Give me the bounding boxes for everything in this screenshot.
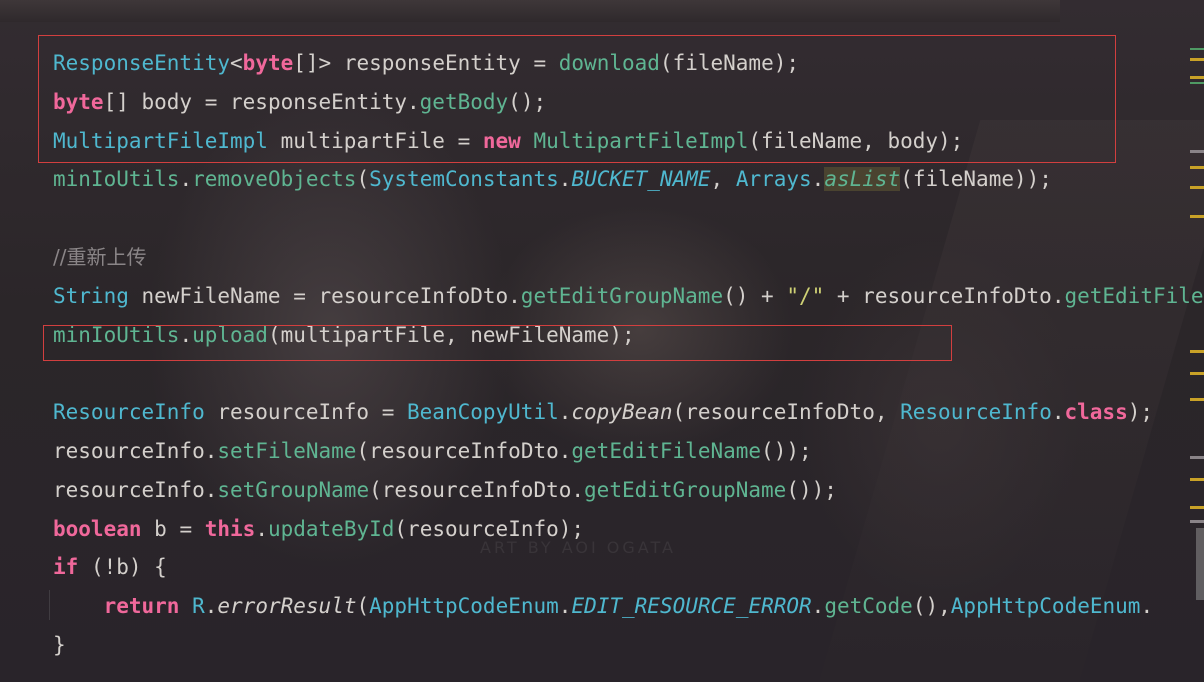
code-token: ResourceInfo — [900, 400, 1052, 425]
code-line[interactable]: boolean b = this.updateById(resourceInfo… — [53, 510, 584, 549]
code-token: Arrays — [735, 167, 812, 192]
code-line[interactable]: if (!b) { — [53, 548, 167, 587]
code-token: ); — [1127, 400, 1154, 425]
code-token: ()); — [786, 477, 837, 502]
code-token: . — [1051, 400, 1065, 425]
code-token: BeanCopyUtil — [407, 400, 559, 425]
code-token: EDIT_RESOURCE_ERROR — [571, 594, 812, 619]
code-line[interactable]: return R.errorResult(AppHttpCodeEnum.EDI… — [53, 587, 1154, 626]
code-token: String — [53, 283, 129, 308]
highlight-box-upload-line — [43, 325, 952, 361]
code-token: class — [1064, 400, 1128, 425]
highlight-box-download-block — [38, 35, 1116, 163]
gutter-warning-marker[interactable] — [1190, 58, 1204, 61]
code-token: if — [53, 555, 79, 580]
gutter-warning-marker[interactable] — [1190, 350, 1204, 353]
code-token: getEditFileName — [571, 439, 762, 463]
gutter-warning-marker[interactable] — [1190, 166, 1204, 169]
code-token: . — [558, 167, 572, 192]
code-line[interactable]: resourceInfo.setFileName(resourceInfoDto… — [53, 432, 812, 471]
code-token: updateById — [267, 516, 395, 541]
code-line[interactable]: resourceInfo.setGroupName(resourceInfoDt… — [53, 471, 837, 510]
code-token: getCode — [824, 594, 913, 619]
code-token: (resourceInfoDto. — [369, 477, 585, 502]
code-token: "/" — [786, 283, 825, 308]
code-token: resourceInfo. — [53, 439, 218, 463]
code-token: . — [811, 594, 825, 619]
code-token: (!b) { — [78, 555, 167, 580]
code-token: } — [53, 633, 66, 657]
code-token: () + — [723, 283, 787, 308]
gutter-warning-marker[interactable] — [1190, 506, 1204, 509]
code-token: . — [1140, 594, 1154, 619]
code-token: resourceInfo = — [204, 400, 408, 425]
gutter-change-marker[interactable] — [1190, 82, 1204, 84]
gutter-info-marker[interactable] — [1190, 456, 1204, 459]
code-token: copyBean — [571, 400, 673, 425]
code-token: setGroupName — [217, 477, 370, 502]
code-line[interactable]: } — [53, 626, 66, 665]
indent-guide — [49, 590, 50, 620]
code-token: minIoUtils — [53, 167, 180, 192]
gutter-info-marker[interactable] — [1190, 150, 1204, 153]
code-token: errorResult — [217, 594, 357, 619]
code-token: (resourceInfoDto. — [356, 439, 572, 463]
code-token: BUCKET_NAME — [571, 167, 711, 192]
code-token: . — [204, 594, 218, 619]
code-token: . — [558, 594, 572, 619]
code-token: + resourceInfoDto. — [824, 283, 1065, 308]
gutter-info-marker[interactable] — [1190, 520, 1204, 523]
code-token: R — [192, 594, 205, 619]
gutter-warning-marker[interactable] — [1190, 76, 1204, 79]
code-line[interactable]: ResourceInfo resourceInfo = BeanCopyUtil… — [53, 393, 1153, 432]
code-token: boolean — [53, 516, 142, 541]
code-line[interactable]: String newFileName = resourceInfoDto.get… — [53, 277, 1204, 316]
gutter-warning-marker[interactable] — [1190, 478, 1204, 481]
code-token: (), — [912, 594, 951, 619]
gutter-warning-marker[interactable] — [1190, 398, 1204, 401]
code-token: this — [204, 516, 256, 541]
code-token: getEditFileName — [1064, 283, 1204, 308]
vertical-scrollbar-thumb[interactable] — [1196, 528, 1204, 600]
code-token: setFileName — [217, 439, 357, 463]
code-token: b = — [141, 516, 205, 541]
code-token: getEditGroupName — [520, 283, 724, 308]
code-token: . — [255, 516, 268, 541]
code-token: (resourceInfoDto, — [672, 400, 901, 425]
gutter-change-marker[interactable] — [1190, 48, 1204, 50]
code-token: getEditGroupName — [584, 477, 787, 502]
code-token: ( — [356, 167, 370, 192]
code-token: removeObjects — [192, 167, 357, 192]
gutter-warning-marker[interactable] — [1190, 372, 1204, 375]
code-token: asList — [824, 167, 901, 192]
code-token: (fileName)); — [900, 167, 1052, 192]
code-token: //重新上传 — [53, 245, 147, 269]
code-token: return — [103, 594, 193, 619]
code-token: ( — [356, 594, 370, 619]
code-token: . — [558, 400, 572, 425]
code-token: newFileName = resourceInfoDto. — [128, 283, 521, 308]
code-token: , — [710, 167, 736, 192]
code-token: AppHttpCodeEnum — [950, 594, 1141, 619]
code-token: AppHttpCodeEnum — [369, 594, 559, 619]
code-token: SystemConstants — [369, 167, 559, 192]
code-token: ResourceInfo — [53, 400, 205, 425]
code-token: . — [811, 167, 825, 192]
gutter-warning-marker[interactable] — [1190, 186, 1204, 189]
code-token: (resourceInfo); — [394, 516, 585, 541]
code-token: ()); — [761, 439, 812, 463]
code-line[interactable]: //重新上传 — [53, 238, 146, 277]
code-token: . — [179, 167, 193, 192]
gutter-warning-marker[interactable] — [1190, 215, 1204, 218]
code-token: resourceInfo. — [53, 477, 218, 502]
code-line[interactable]: minIoUtils.removeObjects(SystemConstants… — [53, 160, 1052, 199]
